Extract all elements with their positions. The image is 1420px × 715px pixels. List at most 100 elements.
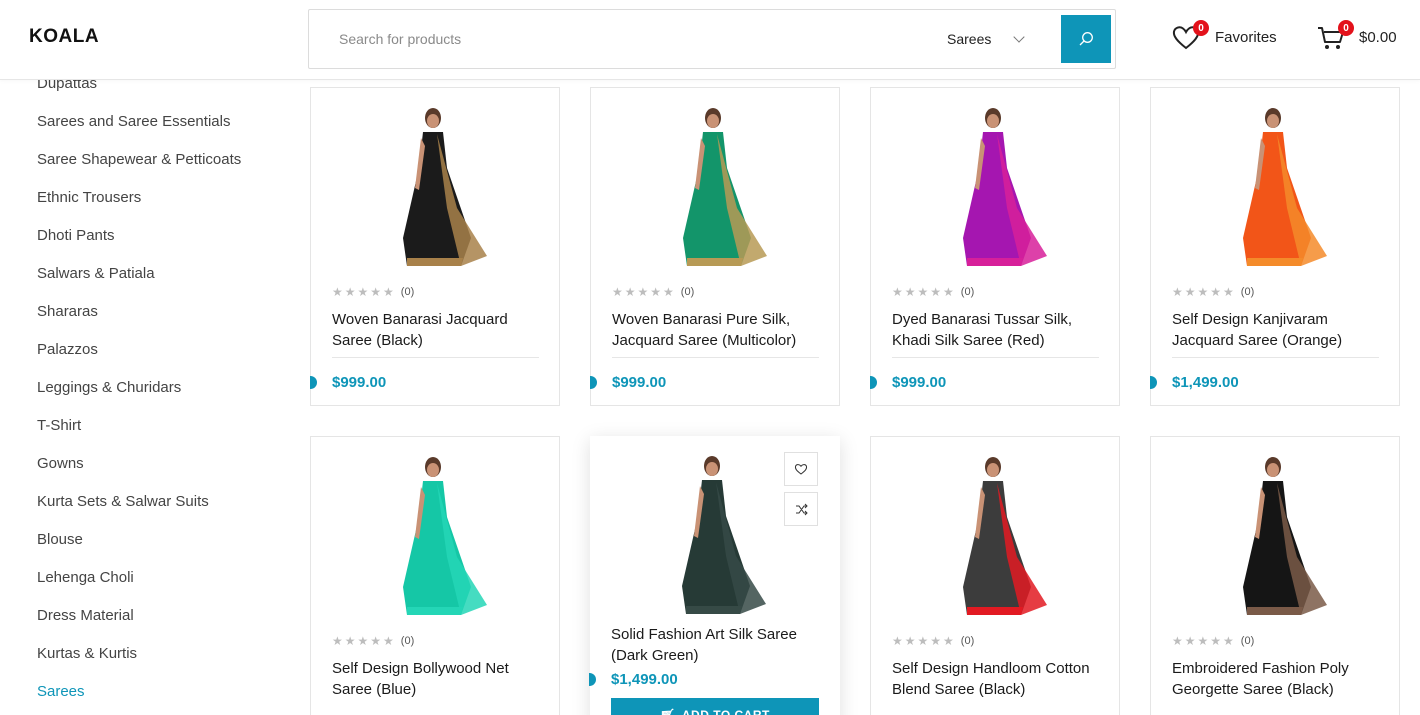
star-rating-icon: ★★★★★: [332, 634, 396, 648]
card-divider: [332, 357, 539, 358]
star-rating-icon: ★★★★★: [1172, 634, 1236, 648]
product-name[interactable]: Solid Fashion Art Silk Saree (Dark Green…: [611, 624, 826, 666]
sidebar-item[interactable]: Salwars & Patiala: [37, 263, 297, 301]
product-thumb: [311, 437, 559, 627]
add-to-cart-label: ADD TO CART: [681, 708, 770, 715]
product-thumb: [591, 88, 839, 278]
sidebar-item[interactable]: Sarees: [37, 681, 297, 715]
product-image[interactable]: [311, 437, 561, 627]
product-image[interactable]: [1151, 437, 1401, 627]
search-bar: Sarees: [308, 9, 1116, 69]
cart-link[interactable]: 0 $0.00: [1316, 20, 1397, 52]
rating-count: (0): [960, 286, 975, 298]
sidebar-item[interactable]: Sarees and Saree Essentials: [37, 111, 297, 149]
site-header: KOALA Sarees 0 Favorites: [0, 0, 1420, 80]
product-name[interactable]: Woven Banarasi Pure Silk, Jacquard Saree…: [612, 309, 827, 351]
sidebar-item[interactable]: Blouse: [37, 529, 297, 567]
product-card[interactable]: ★★★★★ (0) Dyed Banarasi Tussar Silk, Kha…: [870, 87, 1120, 406]
card-divider: [892, 357, 1099, 358]
sidebar-item[interactable]: Saree Shapewear & Petticoats: [37, 149, 297, 187]
sidebar-item[interactable]: Palazzos: [37, 339, 297, 377]
cart-count-badge: 0: [1338, 20, 1354, 36]
rating-count: (0): [400, 286, 415, 298]
product-image[interactable]: [591, 88, 841, 278]
sidebar-item[interactable]: Kurtas & Kurtis: [37, 643, 297, 681]
sidebar-item[interactable]: Gowns: [37, 453, 297, 491]
star-rating-icon: ★★★★★: [332, 285, 396, 299]
product-name[interactable]: Dyed Banarasi Tussar Silk, Khadi Silk Sa…: [892, 309, 1107, 351]
product-rating: ★★★★★ (0): [332, 634, 414, 648]
product-thumb: [871, 437, 1119, 627]
product-rating: ★★★★★ (0): [612, 285, 694, 299]
sidebar-item[interactable]: T-Shirt: [37, 415, 297, 453]
favorites-link[interactable]: 0 Favorites: [1171, 20, 1277, 52]
star-rating-icon: ★★★★★: [1172, 285, 1236, 299]
product-price: $999.00: [332, 374, 387, 391]
sidebar-item[interactable]: Dhoti Pants: [37, 225, 297, 263]
category-list: Dupattas Sarees and Saree Essentials Saree…: [37, 73, 297, 715]
search-icon: [1079, 32, 1093, 46]
sidebar-item[interactable]: Lehenga Choli: [37, 567, 297, 605]
heart-icon: [794, 464, 808, 475]
category-sidebar: Dupattas Sarees and Saree Essentials Saree…: [37, 73, 297, 715]
product-name[interactable]: Self Design Handloom Cotton Blend Saree …: [892, 658, 1107, 700]
price-marker: [1150, 376, 1157, 389]
star-rating-icon: ★★★★★: [892, 285, 956, 299]
compare-button[interactable]: [784, 492, 818, 526]
star-rating-icon: ★★★★★: [612, 285, 676, 299]
product-thumb: [1151, 437, 1399, 627]
price-marker: [590, 376, 597, 389]
heart-icon: 0: [1171, 20, 1209, 52]
add-to-cart-button[interactable]: 🛒︎ ADD TO CART: [611, 698, 819, 715]
product-card[interactable]: ★★★★★ (0) Self Design Bollywood Net Sare…: [310, 436, 560, 715]
sidebar-item[interactable]: Dress Material: [37, 605, 297, 643]
product-card[interactable]: ★★★★★ (0) Woven Banarasi Jacquard Saree …: [310, 87, 560, 406]
search-input[interactable]: [339, 10, 899, 68]
cart-total: $0.00: [1359, 28, 1397, 46]
sidebar-item[interactable]: Ethnic Trousers: [37, 187, 297, 225]
product-name[interactable]: Self Design Kanjivaram Jacquard Saree (O…: [1172, 309, 1387, 351]
card-divider: [612, 357, 819, 358]
sidebar-item[interactable]: Kurta Sets & Salwar Suits: [37, 491, 297, 529]
product-thumb: [1151, 88, 1399, 278]
cart-icon: 0: [1316, 20, 1354, 52]
product-image[interactable]: [1151, 88, 1401, 278]
product-image[interactable]: [311, 88, 561, 278]
product-thumb: [311, 88, 559, 278]
product-card[interactable]: ★★★★★ (0) Self Design Handloom Cotton Bl…: [870, 436, 1120, 715]
product-price: $999.00: [892, 374, 947, 391]
product-name[interactable]: Self Design Bollywood Net Saree (Blue): [332, 658, 547, 700]
sidebar-item[interactable]: Leggings & Churidars: [37, 377, 297, 415]
product-rating: ★★★★★ (0): [1172, 634, 1254, 648]
site-logo[interactable]: KOALA: [29, 26, 99, 48]
wishlist-button[interactable]: [784, 452, 818, 486]
price-marker: [310, 376, 317, 389]
star-rating-icon: ★★★★★: [892, 634, 956, 648]
product-price: $1,499.00: [1172, 374, 1239, 391]
product-price: $1,499.00: [611, 671, 678, 688]
product-image[interactable]: [871, 88, 1121, 278]
shuffle-icon: [795, 503, 808, 515]
search-button[interactable]: [1061, 15, 1111, 63]
product-thumb: [871, 88, 1119, 278]
rating-count: (0): [960, 635, 975, 647]
price-marker: [589, 673, 596, 686]
price-marker: [870, 376, 877, 389]
category-select[interactable]: Sarees: [947, 10, 1026, 68]
product-name[interactable]: Woven Banarasi Jacquard Saree (Black): [332, 309, 547, 351]
rating-count: (0): [400, 635, 415, 647]
product-card[interactable]: Solid Fashion Art Silk Saree (Dark Green…: [589, 436, 840, 715]
product-card[interactable]: ★★★★★ (0) Woven Banarasi Pure Silk, Jacq…: [590, 87, 840, 406]
rating-count: (0): [1240, 635, 1255, 647]
chevron-down-icon: [1013, 31, 1026, 43]
sidebar-item[interactable]: Shararas: [37, 301, 297, 339]
product-rating: ★★★★★ (0): [892, 634, 974, 648]
product-card[interactable]: ★★★★★ (0) Embroidered Fashion Poly Georg…: [1150, 436, 1400, 715]
product-price: $999.00: [612, 374, 667, 391]
product-name[interactable]: Embroidered Fashion Poly Georgette Saree…: [1172, 658, 1387, 700]
card-divider: [1172, 357, 1379, 358]
product-card[interactable]: ★★★★★ (0) Self Design Kanjivaram Jacquar…: [1150, 87, 1400, 406]
rating-count: (0): [680, 286, 695, 298]
favorites-label: Favorites: [1215, 28, 1277, 46]
product-image[interactable]: [871, 437, 1121, 627]
